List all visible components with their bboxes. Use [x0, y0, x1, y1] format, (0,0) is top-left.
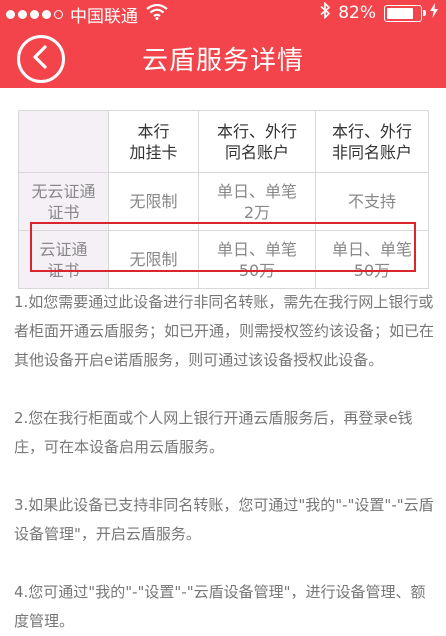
- charging-icon: [430, 3, 438, 23]
- wifi-icon: [146, 3, 168, 25]
- table-cell: 单日、单笔 50万: [315, 230, 429, 289]
- column-header: 本行、外行 非同名账户: [315, 110, 429, 173]
- bluetooth-icon: [320, 1, 331, 24]
- table-row: 无云证通 证书 无限制 单日、单笔 2万 不支持: [18, 172, 429, 231]
- table-cell: 不支持: [315, 172, 429, 231]
- row-header: 无云证通 证书: [18, 172, 109, 231]
- note-paragraph: 3.如果此设备已支持非同名转账，您可通过"我的"-"设置"-"云盾设备管理"，开…: [14, 496, 434, 543]
- limits-table: 本行 加挂卡 本行、外行 同名账户 本行、外行 非同名账户 无云证通 证书 无限…: [18, 110, 429, 289]
- notes-section: 1.如您需要通过此设备进行非同名转账，需先在我行网上银行或者柜面开通云盾服务；如…: [14, 288, 434, 636]
- table-row: 云证通 证书 无限制 单日、单笔 50万 单日、单笔 50万: [18, 230, 429, 289]
- note-paragraph: 1.如您需要通过此设备进行非同名转账，需先在我行网上银行或者柜面开通云盾服务；如…: [14, 293, 435, 369]
- table-cell: 单日、单笔 50万: [198, 230, 316, 289]
- column-header: 本行、外行 同名账户: [198, 110, 316, 173]
- table-cell: 无限制: [108, 230, 199, 289]
- column-header: 本行 加挂卡: [108, 110, 199, 173]
- note-paragraph: 4.您可通过"我的"-"设置"-"云盾设备管理"，进行设备管理、额度管理。: [14, 583, 426, 630]
- page-title: 云盾服务详情: [141, 46, 304, 76]
- table-header-row: 本行 加挂卡 本行、外行 同名账户 本行、外行 非同名账户: [18, 110, 429, 173]
- app-header: 中国联通 82% 云盾服务详情: [0, 0, 446, 88]
- status-bar: 中国联通 82%: [0, 0, 446, 27]
- signal-dots-icon: [6, 10, 63, 19]
- carrier-name: 中国联通: [70, 7, 138, 27]
- battery-percent: 82%: [338, 3, 376, 23]
- table-cell: 单日、单笔 2万: [198, 172, 316, 231]
- note-paragraph: 2.您在我行柜面或个人网上银行开通云盾服务后，再登录e钱庄，可在本设备启用云盾服…: [14, 409, 413, 456]
- row-header: 云证通 证书: [18, 230, 109, 289]
- table-cell: 无限制: [108, 172, 199, 231]
- table-corner-cell: [18, 110, 109, 173]
- battery-icon: [384, 4, 426, 22]
